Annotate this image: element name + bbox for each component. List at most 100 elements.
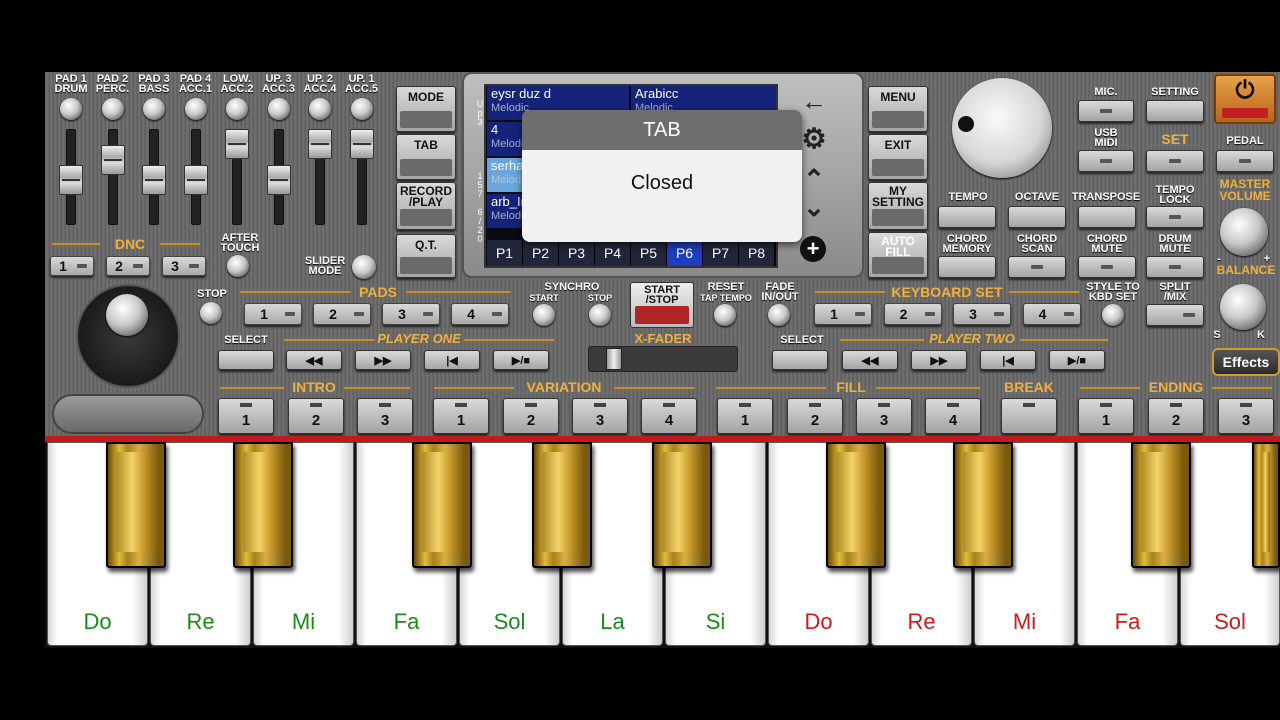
record-play-button[interactable]: RECORD /PLAY — [396, 182, 456, 230]
qt-button[interactable]: Q.T. — [396, 234, 456, 278]
pitch-bend-bar[interactable] — [52, 394, 204, 434]
page-tab-p3[interactable]: P3 — [559, 240, 595, 266]
style-to-kbd-knob[interactable] — [1102, 304, 1124, 326]
fade-knob[interactable] — [768, 304, 790, 326]
tab-button[interactable]: TAB — [396, 134, 456, 180]
fill-button-3[interactable]: 3 — [856, 398, 912, 434]
fill-button-2[interactable]: 2 — [787, 398, 843, 434]
dnc-button-3[interactable]: 3 — [162, 256, 206, 276]
fill-button-4[interactable]: 4 — [925, 398, 981, 434]
black-key[interactable] — [233, 442, 293, 568]
chord-memory-button[interactable] — [938, 256, 996, 278]
page-tab-p1[interactable]: P1 — [487, 240, 523, 266]
break-button-1[interactable] — [1001, 398, 1057, 434]
pad-knob-3[interactable] — [143, 98, 165, 120]
player-two-rewind-button[interactable]: ◀◀ — [842, 350, 898, 370]
chevron-up-icon[interactable]: ⌃ — [798, 164, 830, 195]
set-button[interactable] — [1146, 150, 1204, 172]
pad-knob-2[interactable] — [101, 98, 124, 120]
keyboard-set-button-3[interactable]: 3 — [953, 303, 1011, 325]
usb-midi-button[interactable] — [1078, 150, 1134, 172]
keyboard-set-button-4[interactable]: 4 — [1022, 303, 1081, 325]
octave-button[interactable] — [1008, 206, 1066, 228]
tempo-lock-button[interactable] — [1146, 206, 1204, 228]
start-stop-button[interactable]: START /STOP — [630, 282, 694, 328]
chord-scan-button[interactable] — [1008, 256, 1066, 278]
intro-button-3[interactable]: 3 — [357, 398, 413, 434]
page-tab-p7[interactable]: P7 — [703, 240, 739, 266]
dnc-button-1[interactable]: 1 — [50, 256, 94, 276]
tempo-button[interactable] — [938, 206, 996, 228]
synchro-start-knob[interactable] — [533, 304, 555, 326]
transpose-button[interactable] — [1078, 206, 1136, 228]
fader-cap[interactable] — [266, 165, 291, 195]
pad-stop-knob[interactable] — [200, 302, 222, 324]
chevron-down-icon[interactable]: ⌄ — [798, 192, 830, 223]
player-one-rewind-button[interactable]: ◀◀ — [286, 350, 342, 370]
pad-knob-1[interactable] — [60, 98, 82, 120]
page-tab-p6[interactable]: P6 — [667, 240, 703, 266]
player-one-select-button[interactable] — [218, 350, 274, 370]
variation-button-4[interactable]: 4 — [641, 398, 697, 434]
pad-button-2[interactable]: 2 — [313, 303, 371, 325]
pad-fader-1[interactable] — [57, 127, 85, 229]
player-two-select-button[interactable] — [772, 350, 828, 370]
dnc-button-2[interactable]: 2 — [106, 256, 150, 276]
keyboard-set-button-2[interactable]: 2 — [883, 303, 942, 325]
fader-cap[interactable] — [349, 129, 374, 159]
player-one-fast-forward-button[interactable]: ▶▶ — [355, 350, 411, 370]
page-tab-p4[interactable]: P4 — [595, 240, 631, 266]
ending-button-1[interactable]: 1 — [1078, 398, 1134, 434]
setting-button[interactable] — [1146, 100, 1204, 122]
intro-button-2[interactable]: 2 — [288, 398, 344, 434]
plus-icon[interactable]: + — [800, 236, 826, 262]
variation-button-3[interactable]: 3 — [572, 398, 628, 434]
black-key[interactable] — [532, 442, 592, 568]
page-tab-p2[interactable]: P2 — [523, 240, 559, 266]
pad-knob-7[interactable] — [309, 98, 331, 120]
pad-knob-5[interactable] — [226, 98, 248, 120]
pad-knob-8[interactable] — [350, 98, 373, 120]
fill-button-1[interactable]: 1 — [717, 398, 773, 434]
black-key[interactable] — [826, 442, 886, 568]
fader-cap[interactable] — [100, 145, 125, 175]
split-mix-button[interactable] — [1146, 304, 1204, 326]
menu-button[interactable]: MENU — [868, 86, 928, 132]
balance-knob[interactable] — [1220, 284, 1266, 330]
pad-fader-8[interactable] — [348, 127, 376, 229]
fader-cap[interactable] — [308, 129, 332, 159]
fader-cap[interactable] — [59, 165, 83, 195]
keyboard-set-button-1[interactable]: 1 — [814, 303, 872, 325]
black-key[interactable] — [1252, 442, 1280, 568]
master-volume-knob[interactable] — [1220, 208, 1268, 256]
after-touch-knob[interactable] — [227, 255, 249, 277]
gear-icon[interactable]: ⚙ — [798, 122, 830, 155]
arrow-left-icon[interactable]: ← — [798, 86, 830, 117]
xfader-handle[interactable] — [606, 348, 622, 370]
fader-cap[interactable] — [142, 165, 166, 195]
joystick-knob[interactable] — [106, 294, 148, 336]
pedal-button[interactable] — [1216, 150, 1274, 172]
fader-cap[interactable] — [225, 129, 249, 159]
page-tab-p8[interactable]: P8 — [739, 240, 775, 266]
player-one-play-stop-button[interactable]: ▶/■ — [493, 350, 549, 370]
pad-button-4[interactable]: 4 — [451, 303, 509, 325]
pad-fader-7[interactable] — [306, 127, 334, 229]
page-tab-p5[interactable]: P5 — [631, 240, 667, 266]
exit-button[interactable]: EXIT — [868, 134, 928, 180]
synchro-stop-knob[interactable] — [589, 304, 611, 326]
fader-cap[interactable] — [183, 165, 208, 195]
black-key[interactable] — [953, 442, 1013, 568]
reset-knob[interactable] — [714, 304, 736, 326]
my-setting-button[interactable]: MY SETTING — [868, 182, 928, 230]
pad-knob-4[interactable] — [184, 98, 207, 120]
ending-button-2[interactable]: 2 — [1148, 398, 1204, 434]
player-two-skip-start-button[interactable]: |◀ — [980, 350, 1036, 370]
slider-mode-knob[interactable] — [352, 255, 376, 279]
player-two-play-stop-button[interactable]: ▶/■ — [1049, 350, 1105, 370]
pad-fader-4[interactable] — [182, 127, 210, 229]
drum-mute-button[interactable] — [1146, 256, 1204, 278]
variation-button-2[interactable]: 2 — [503, 398, 559, 434]
chord-mute-button[interactable] — [1078, 256, 1136, 278]
player-two-fast-forward-button[interactable]: ▶▶ — [911, 350, 967, 370]
